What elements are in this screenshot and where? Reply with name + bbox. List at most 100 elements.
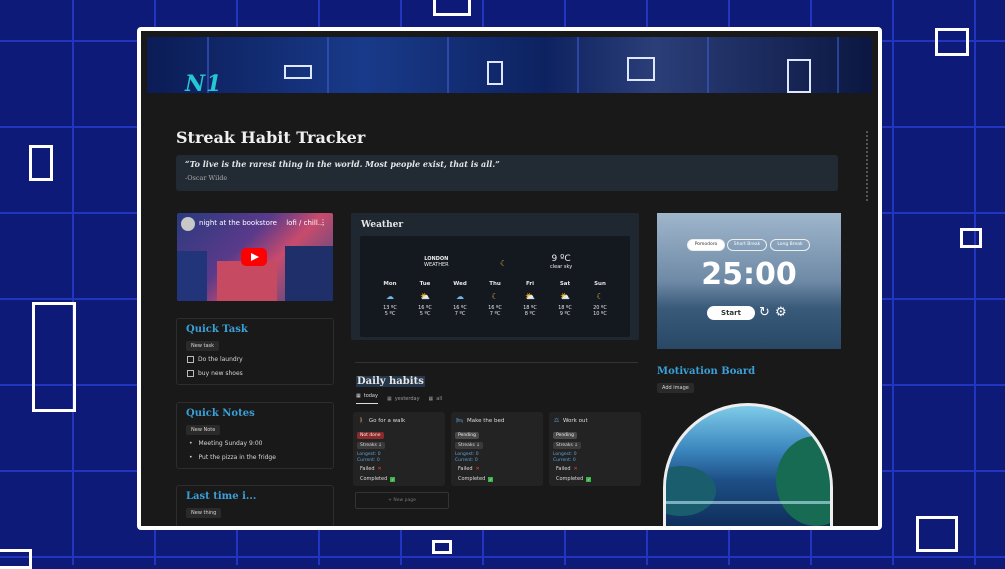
tab-yesterday[interactable]: ▦ yesterday (387, 393, 420, 404)
play-icon[interactable] (241, 248, 267, 266)
cloud-icon: ☁ (386, 292, 394, 301)
quick-task-title: Quick Task (186, 324, 248, 335)
new-task-button[interactable]: New task (186, 341, 220, 351)
x-icon: ✕ (377, 466, 382, 472)
quote-author: -Oscar Wilde (185, 174, 228, 182)
divider (355, 362, 638, 363)
deco-square (0, 549, 32, 569)
streaks-toggle[interactable]: Streaks ↓ (455, 442, 484, 449)
status-badge: Pending (553, 432, 577, 439)
partly-cloudy-icon: ⛅ (560, 292, 570, 301)
completed-option[interactable]: Completed ✓ (458, 476, 494, 482)
scroll-indicator[interactable] (862, 131, 868, 201)
more-options-icon[interactable]: ⋮ (319, 218, 327, 227)
new-page-button[interactable]: + New page (355, 492, 449, 509)
tab-today[interactable]: ▦ today (356, 393, 378, 404)
deco-square (432, 540, 452, 554)
motivation-image (663, 403, 833, 526)
pomodoro-timer: Pomodoro Short Break Long Break 25:00 St… (657, 213, 841, 349)
channel-avatar (181, 217, 195, 231)
quote-callout: “To live is the rarest thing in the worl… (176, 155, 838, 191)
city-label: LONDON WEATHER (424, 256, 449, 268)
add-image-button[interactable]: Add image (657, 383, 694, 393)
start-button[interactable]: Start (707, 306, 755, 320)
note-item[interactable]: Meeting Sunday 9:00 (189, 440, 263, 447)
timer-display: 25:00 (701, 257, 797, 292)
checkbox[interactable] (187, 370, 194, 377)
quote-text: “To live is the rarest thing in the worl… (185, 159, 500, 169)
grid-icon: ▦ (386, 395, 392, 402)
mode-long-break[interactable]: Long Break (770, 239, 810, 251)
weather-widget: Weather LONDON WEATHER ☾ 9 ºC clear sky … (351, 213, 639, 340)
partly-cloudy-icon: ⛅ (525, 292, 535, 301)
notion-page-window: N1 Streak Habit Tracker “To live is the … (137, 27, 882, 530)
x-icon: ✕ (475, 466, 480, 472)
last-time-card: Last time i... New thing (176, 485, 334, 526)
check-icon: ✓ (586, 476, 592, 482)
settings-gear-icon[interactable]: ⚙ (775, 305, 787, 320)
current-weather: 9 ºC clear sky (550, 254, 573, 270)
page-title: Streak Habit Tracker (176, 128, 366, 147)
check-icon: ✓ (488, 476, 494, 482)
streak-stats: Longest: 0 Current: 0 (553, 452, 577, 463)
forecast-day: Sun ☾ 20 ºC 10 ºC (583, 281, 617, 317)
status-badge: Not done (357, 432, 384, 439)
bed-icon: 🛏 (456, 418, 463, 424)
video-title[interactable]: night at the bookstore lofi / chill... (199, 219, 324, 227)
checkbox[interactable] (187, 356, 194, 363)
forecast-day: Sat ⛅ 18 ºC 9 ºC (548, 281, 582, 317)
grid-icon: ▦ (428, 395, 434, 402)
forecast-day: Mon ☁ 13 ºC 5 ºC (373, 281, 407, 317)
quick-notes-title: Quick Notes (186, 408, 255, 419)
note-item[interactable]: Put the pizza in the fridge (189, 454, 276, 461)
tab-all[interactable]: ▦ all (429, 393, 443, 404)
task-item[interactable]: buy new shoes (187, 370, 243, 377)
forecast-day: Tue ⛅ 16 ºC 5 ºC (408, 281, 442, 317)
last-time-title: Last time i... (186, 491, 257, 502)
weather-title: Weather (361, 220, 404, 230)
quick-task-card: Quick Task New task Do the laundry buy n… (176, 318, 334, 385)
banner-logo: N1 (185, 71, 223, 93)
motivation-board-title: Motivation Board (657, 366, 756, 377)
streak-stats: Longest: 0 Current: 0 (455, 452, 479, 463)
reset-icon[interactable]: ↻ (759, 305, 770, 320)
new-note-button[interactable]: New Note (186, 425, 221, 435)
failed-option[interactable]: Failed ✕ (458, 466, 480, 472)
task-item[interactable]: Do the laundry (187, 356, 243, 363)
partly-cloudy-icon: ⛅ (420, 292, 430, 301)
grid-icon: ▦ (356, 393, 361, 399)
habit-card[interactable]: 🚶 Go for a walk Not done Streaks ↓ Longes… (353, 412, 445, 486)
forecast-day: Thu ☾ 16 ºC 7 ºC (478, 281, 512, 317)
cloud-icon: ☁ (456, 292, 464, 301)
failed-option[interactable]: Failed ✕ (556, 466, 578, 472)
moon-icon: ☾ (491, 292, 499, 301)
failed-option[interactable]: Failed ✕ (360, 466, 382, 472)
forecast-day: Wed ☁ 16 ºC 7 ºC (443, 281, 477, 317)
new-thing-button[interactable]: New thing (186, 508, 222, 518)
streaks-toggle[interactable]: Streaks ↓ (553, 442, 582, 449)
habit-view-tabs: ▦ today ▦ yesterday ▦ all (356, 393, 442, 404)
habit-card[interactable]: ⚖ Work out Pending Streaks ↓ Longest: 0 Cu… (549, 412, 641, 486)
weather-panel: LONDON WEATHER ☾ 9 ºC clear sky Mon ☁ 13 … (360, 236, 630, 337)
deco-square (916, 516, 958, 552)
forecast-day: Fri ⛅ 18 ºC 8 ºC (513, 281, 547, 317)
deco-square (935, 28, 969, 56)
mode-short-break[interactable]: Short Break (727, 239, 767, 251)
deco-square (433, 0, 471, 16)
dumbbell-icon: ⚖ (554, 418, 559, 424)
x-icon: ✕ (573, 466, 578, 472)
quick-notes-card: Quick Notes New Note Meeting Sunday 9:00… (176, 402, 334, 469)
check-icon: ✓ (390, 476, 396, 482)
youtube-embed[interactable]: night at the bookstore lofi / chill... ⋮ (177, 213, 333, 301)
deco-square (960, 228, 982, 248)
completed-option[interactable]: Completed ✓ (556, 476, 592, 482)
moon-icon: ☾ (596, 292, 604, 301)
completed-option[interactable]: Completed ✓ (360, 476, 396, 482)
daily-habits-title: Daily habits (356, 376, 425, 387)
streaks-toggle[interactable]: Streaks ↓ (357, 442, 386, 449)
streak-stats: Longest: 0 Current: 0 (357, 452, 381, 463)
mode-pomodoro[interactable]: Pomodoro (687, 239, 725, 251)
status-badge: Pending (455, 432, 479, 439)
habit-card[interactable]: 🛏 Make the bed Pending Streaks ↓ Longest:… (451, 412, 543, 486)
cover-banner: N1 (147, 37, 872, 93)
